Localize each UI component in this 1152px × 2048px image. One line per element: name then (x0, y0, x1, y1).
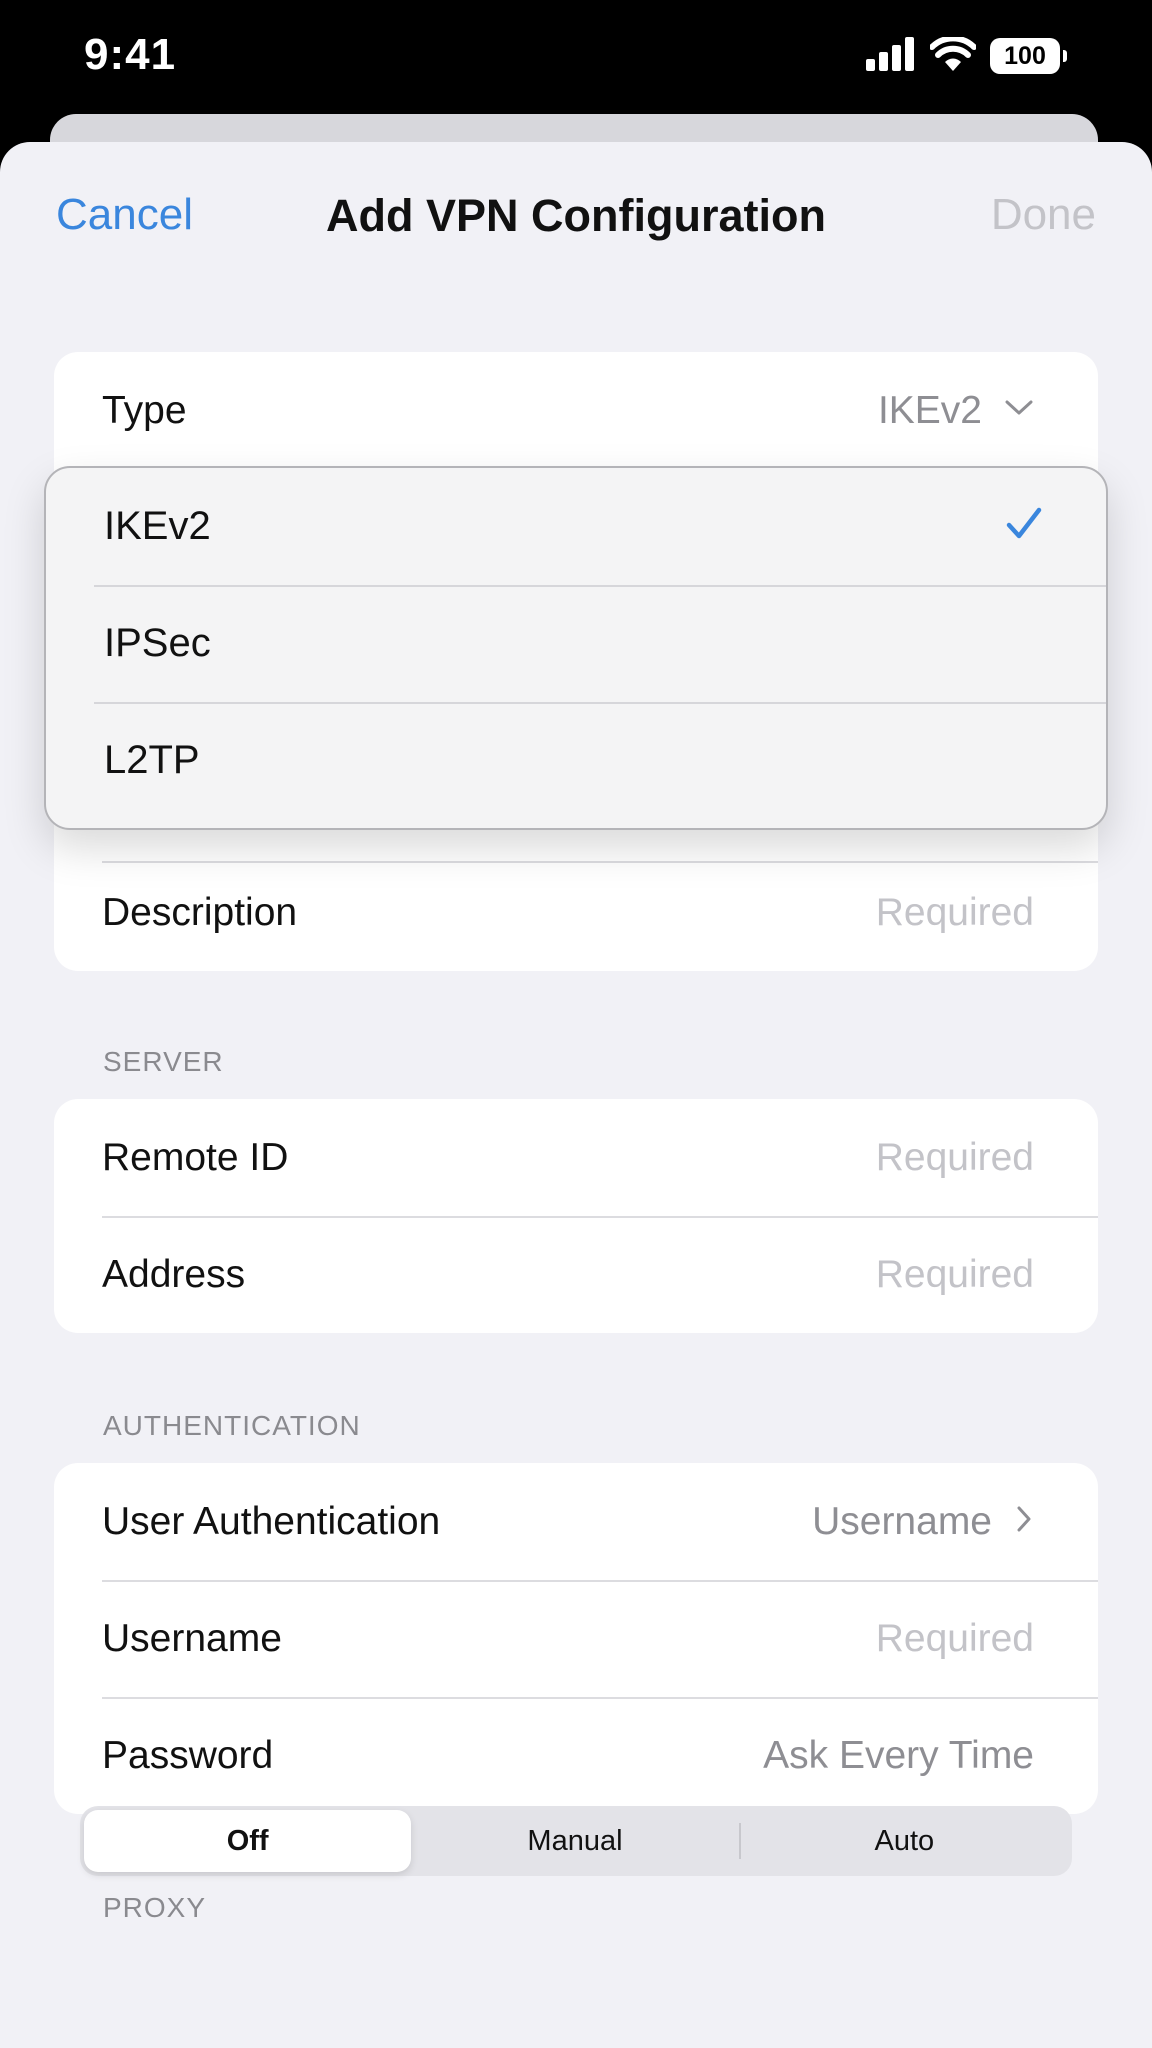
username-row[interactable]: Username Required (54, 1580, 1098, 1697)
cellular-signal-icon (866, 36, 916, 76)
address-label: Address (102, 1252, 246, 1296)
user-authentication-value: Username (812, 1499, 992, 1543)
navigation-bar: Cancel Add VPN Configuration Done (0, 142, 1152, 292)
type-value: IKEv2 (877, 388, 982, 432)
user-authentication-label: User Authentication (102, 1499, 441, 1543)
menu-item-ipsec[interactable]: IPSec (46, 585, 1106, 702)
done-button[interactable]: Done (991, 190, 1096, 240)
username-label: Username (102, 1616, 282, 1660)
address-row[interactable]: Address Required (54, 1216, 1098, 1333)
chevron-down-icon (1004, 398, 1034, 423)
server-group: Remote ID Required Address Required (54, 1099, 1098, 1333)
username-input[interactable]: Required (876, 1617, 1034, 1661)
menu-item-label: L2TP (104, 738, 200, 782)
description-row[interactable]: Description Required (54, 854, 1098, 971)
description-label: Description (102, 890, 298, 934)
battery-level: 100 (1004, 41, 1046, 70)
password-row[interactable]: Password Ask Every Time (54, 1697, 1098, 1814)
wifi-icon (929, 34, 977, 76)
type-label: Type (102, 388, 187, 432)
menu-item-label: IKEv2 (104, 504, 211, 548)
server-section-header: SERVER (103, 1046, 224, 1077)
status-time: 9:41 (84, 30, 177, 79)
proxy-segmented-control: Off Manual Auto (80, 1806, 1072, 1876)
description-input[interactable]: Required (876, 891, 1034, 935)
vpn-config-sheet: Cancel Add VPN Configuration Done Type I… (0, 142, 1152, 2048)
menu-item-label: IPSec (104, 621, 211, 665)
type-row[interactable]: Type IKEv2 (54, 352, 1098, 469)
menu-item-ikev2[interactable]: IKEv2 (46, 468, 1106, 585)
remote-id-label: Remote ID (102, 1135, 289, 1179)
page-title: Add VPN Configuration (326, 190, 826, 241)
proxy-option-off[interactable]: Off (84, 1810, 412, 1872)
checkmark-icon (1006, 507, 1042, 546)
proxy-option-auto[interactable]: Auto (741, 1810, 1068, 1872)
remote-id-row[interactable]: Remote ID Required (54, 1099, 1098, 1216)
status-bar: 9:41 100 (0, 0, 1152, 118)
battery-icon: 100 (990, 38, 1067, 74)
menu-item-l2tp[interactable]: L2TP (46, 702, 1106, 819)
user-authentication-row[interactable]: User Authentication Username (54, 1463, 1098, 1580)
authentication-group: User Authentication Username Username Re… (54, 1463, 1098, 1814)
password-label: Password (102, 1733, 274, 1777)
proxy-option-manual[interactable]: Manual (411, 1810, 738, 1872)
address-input[interactable]: Required (876, 1253, 1034, 1297)
authentication-section-header: AUTHENTICATION (103, 1410, 361, 1441)
remote-id-input[interactable]: Required (876, 1136, 1034, 1180)
status-icons: 100 (866, 34, 1067, 76)
chevron-right-icon (1014, 1504, 1034, 1539)
password-value[interactable]: Ask Every Time (763, 1734, 1034, 1778)
proxy-section-header: PROXY (103, 1892, 207, 1923)
type-dropdown-menu: IKEv2 IPSec L2TP (44, 466, 1108, 830)
